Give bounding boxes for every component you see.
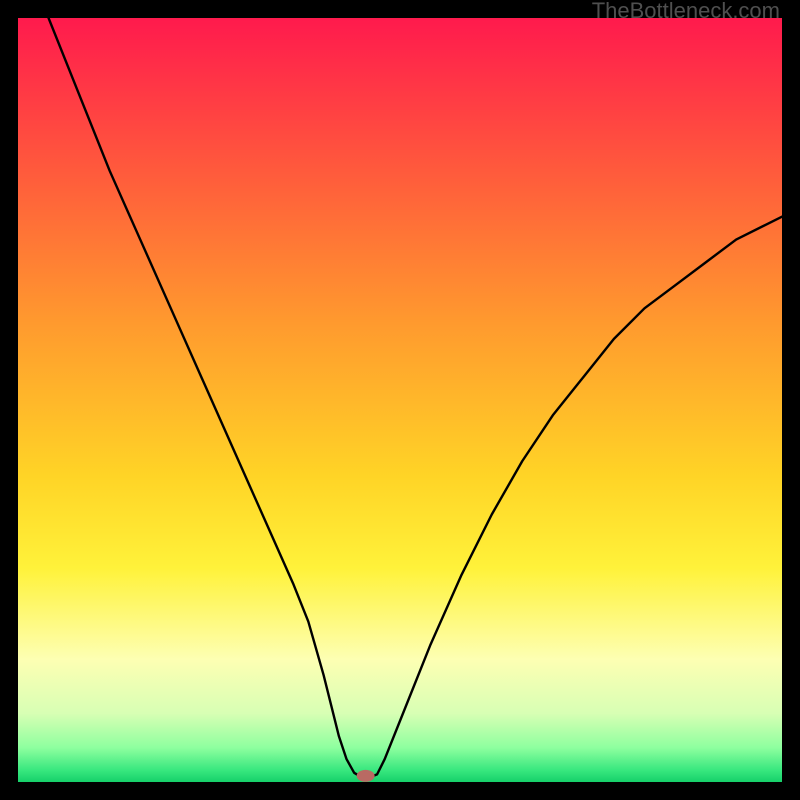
- chart-background: [18, 18, 782, 782]
- chart-plot-area: [18, 18, 782, 782]
- watermark-text: TheBottleneck.com: [592, 0, 780, 24]
- optimum-marker: [357, 770, 375, 782]
- chart-frame: TheBottleneck.com: [0, 0, 800, 800]
- chart-svg: [18, 18, 782, 782]
